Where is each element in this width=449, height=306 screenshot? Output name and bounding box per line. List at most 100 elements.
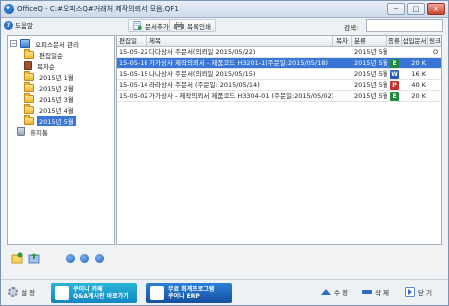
close-window-button[interactable]: × (427, 3, 445, 15)
app-window: OfficeQ - C:#오피스Q#거래처 제작의뢰서 모음.QF1 − □ ×… (0, 0, 449, 306)
edit-icon (321, 289, 331, 295)
cell-kind: E (387, 58, 402, 69)
cell-link[interactable] (428, 69, 441, 80)
new-folder-icon[interactable] (11, 252, 23, 264)
app-logo-icon (4, 4, 14, 14)
cafe-qa-banner[interactable]: 쿠이니 카페 Q&A게시판 바로가기 (51, 283, 137, 303)
remove-folder-icon[interactable] (95, 254, 104, 263)
edit-button[interactable]: 수 정 (321, 287, 348, 297)
delete-button[interactable]: 삭 제 (362, 287, 389, 297)
search-input[interactable] (366, 19, 443, 32)
table-row[interactable]: 15-05-02 가가상사 - 제작의뢰서 제품코드 H3304-01 (주문일… (117, 91, 441, 102)
move-up-icon[interactable] (66, 254, 75, 263)
tree-item-label: 2015년 1월 (39, 73, 74, 82)
cell-size (402, 47, 428, 58)
cell-size: 20 K (411, 92, 426, 100)
root-folder-icon (20, 39, 30, 48)
cell-toc (333, 69, 352, 80)
cell-date: 15-05-15 (119, 70, 147, 78)
cell-date: 15-05-22 (119, 48, 147, 56)
cell-category: 2015년 5월 (354, 70, 387, 78)
add-document-button[interactable]: 문서추가 (128, 19, 174, 32)
excel-icon: E (390, 92, 399, 101)
toolbar: ? 도움말 문서추가 목록인쇄 검색: (1, 18, 448, 34)
delete-icon (362, 290, 372, 294)
column-header-toc[interactable]: 목차 (333, 36, 352, 47)
cell-link[interactable] (428, 80, 441, 91)
trash-icon (17, 127, 25, 136)
tree-item-2015-02[interactable]: 2015년 2월 (24, 81, 76, 93)
collapse-icon[interactable]: − (10, 40, 17, 47)
cell-link[interactable]: O (428, 47, 441, 58)
tree-item-label: 편집일순 (39, 51, 63, 60)
folder-icon (24, 48, 34, 59)
delete-label: 삭 제 (375, 289, 390, 297)
cell-link[interactable] (428, 58, 441, 69)
cell-date: 15-05-02 (119, 92, 147, 100)
tree-item-toc[interactable]: 목차순 (24, 60, 57, 71)
tree-item-trash[interactable]: 휴지통 (17, 126, 50, 137)
tree-item-edit-date[interactable]: 편집일순 (24, 48, 65, 60)
cell-kind (387, 47, 402, 58)
column-header-link[interactable]: 링크 (428, 36, 441, 47)
folder-icon (24, 92, 34, 103)
cell-category: 2015년 5월 (354, 59, 387, 67)
table-row[interactable]: 15-05-22 다다상사 주문서(의뢰일 2015/05/22) 2015년 … (117, 47, 441, 58)
print-list-button[interactable]: 목록인쇄 (169, 19, 216, 32)
column-header-title[interactable]: 제목 (147, 36, 333, 47)
tree-item-label: 휴지통 (30, 128, 48, 137)
column-header-category[interactable]: 분류 (352, 36, 387, 47)
cafe-banner-line1: 쿠이니 카페 (73, 286, 103, 293)
cafe-logo-icon (55, 286, 69, 300)
table-row[interactable]: 15-05-15 나나상사 주문서(의뢰일 2015/05/15) 2015년 … (117, 69, 441, 80)
column-header-date[interactable]: 편집일 (117, 36, 147, 47)
table-row[interactable]: 15-05-14 라라상사 주문서 (주문일: 2015/05/14) 2015… (117, 80, 441, 91)
cell-link[interactable] (428, 91, 441, 102)
tree-item-label: 2015년 2월 (39, 84, 74, 93)
close-label: 닫 기 (418, 289, 433, 297)
maximize-button[interactable]: □ (407, 3, 425, 15)
cell-title: 다다상사 주문서(의뢰일 2015/05/22) (149, 48, 256, 56)
table-row[interactable]: 15-05-18 가가상사 제작의뢰서 - 제품코드 H3201-1(주문일:2… (117, 58, 441, 69)
tree-item-2015-01[interactable]: 2015년 1월 (24, 70, 76, 82)
cell-title: 가가상사 - 제작의뢰서 제품코드 H3304-01 (주문일:2015/05/… (149, 92, 333, 100)
cell-toc (333, 91, 352, 102)
close-button[interactable]: 닫 기 (405, 287, 432, 297)
column-header-attachment[interactable]: 섭입문서 (402, 36, 428, 47)
tree-item-label: 2015년 5월 (37, 115, 76, 126)
column-header-kind[interactable]: 종류 (387, 36, 402, 47)
cell-size: 40 K (411, 81, 426, 89)
close-icon (405, 287, 415, 297)
edit-label: 수 정 (334, 289, 349, 297)
move-down-icon[interactable] (80, 254, 89, 263)
book-icon (24, 61, 32, 70)
cafe-banner-line2: Q&A게시판 바로가기 (73, 293, 129, 300)
minimize-button[interactable]: − (387, 3, 405, 15)
cell-size: 20 K (411, 59, 426, 67)
tree-item-2015-05[interactable]: 2015년 5월 (24, 114, 76, 126)
settings-label: 설 정 (21, 289, 36, 297)
help-icon: ? (4, 20, 13, 30)
tree-item-2015-04[interactable]: 2015년 4월 (24, 103, 76, 115)
folder-icon (24, 70, 34, 81)
cell-kind: P (387, 80, 402, 91)
tree-root[interactable]: − 오피스문서 관리 (10, 38, 81, 49)
gear-icon (8, 287, 18, 297)
folder-open-icon (24, 114, 34, 125)
add-document-icon (133, 21, 142, 30)
cell-category: 2015년 5월 (354, 81, 387, 89)
cell-title: 가가상사 제작의뢰서 - 제품코드 H3201-1(주문일:2015/05/18… (149, 59, 328, 67)
tree-item-2015-03[interactable]: 2015년 3월 (24, 92, 76, 104)
import-folder-icon[interactable] (28, 252, 40, 264)
erp-banner[interactable]: 무료 회계프로그램 쿠이니 ERP (146, 283, 232, 303)
bottom-bar: 설 정 쿠이니 카페 Q&A게시판 바로가기 무료 회계프로그램 쿠이니 ERP… (1, 279, 448, 305)
tree-item-label: 2015년 3월 (39, 95, 74, 104)
settings-button[interactable]: 설 정 (8, 287, 35, 297)
print-list-label: 목록인쇄 (187, 22, 211, 31)
help-menu[interactable]: ? 도움말 (4, 20, 33, 30)
add-document-label: 문서추가 (145, 22, 169, 31)
erp-banner-line1: 무료 회계프로그램 (168, 286, 215, 293)
cell-toc (333, 47, 352, 58)
list-header: 편집일 제목 목차 분류 종류 섭입문서 링크 (117, 36, 441, 47)
folder-icon (24, 103, 34, 114)
